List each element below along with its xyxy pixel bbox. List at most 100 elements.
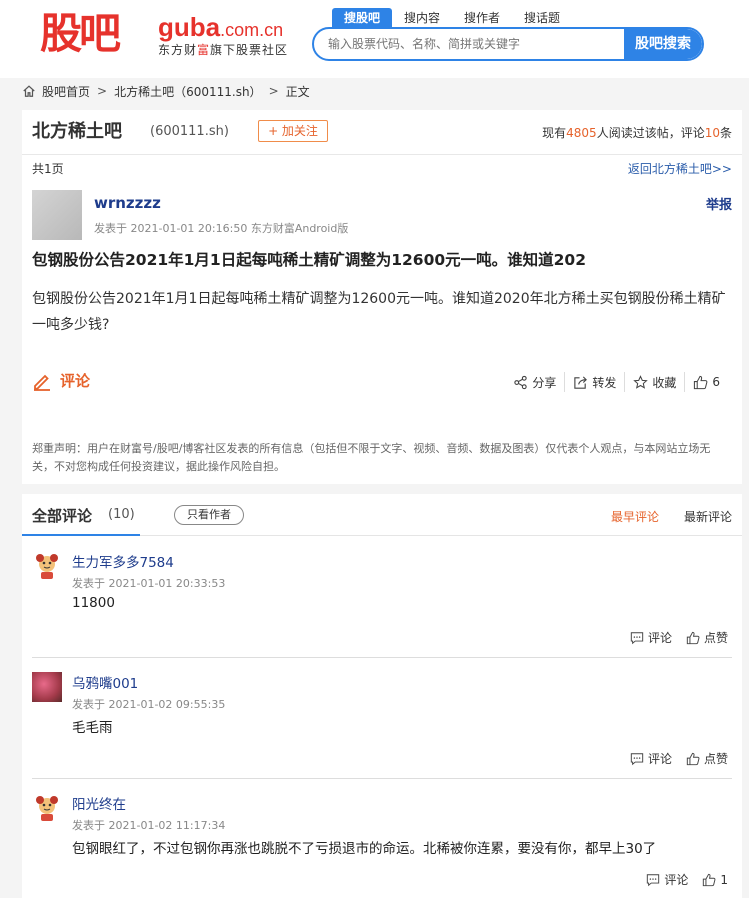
thumbs-up-icon	[694, 375, 708, 389]
comment-time: 发表于 2021-01-02 11:17:34	[72, 819, 226, 832]
thumbs-up-icon	[703, 873, 716, 886]
logo-subtitle: 东方财富旗下股票社区	[158, 42, 288, 58]
reply-label: 评论	[647, 631, 672, 645]
commenter-name[interactable]: 生力军多多7584	[72, 551, 174, 571]
search-tabs: 搜股吧 搜内容 搜作者 搜话题	[332, 8, 572, 28]
comment-text: 毛毛雨	[72, 720, 113, 736]
like-count: 6	[712, 375, 720, 389]
breadcrumb: 股吧首页 > 北方稀土吧（600111.sh） > 正文	[22, 82, 310, 100]
comment-time: 发表于 2021-01-01 20:33:53	[72, 577, 226, 590]
logo-en-domain: .com.cn	[220, 20, 284, 40]
tab-search-bar[interactable]: 搜股吧	[332, 8, 393, 28]
guba-logo[interactable]: 股吧 guba.com.cn 东方财富旗下股票社区	[40, 8, 300, 64]
tab-search-content[interactable]: 搜内容	[392, 8, 452, 28]
like-label: 点赞	[703, 752, 728, 766]
commenter-name[interactable]: 阳光终在	[72, 793, 126, 813]
logo-en-text: guba.com.cn	[158, 12, 283, 45]
like-button[interactable]: 6	[685, 372, 728, 392]
comment-item: 阳光终在 发表于 2021-01-02 11:17:34 包钢眼红了，不过包钢你…	[22, 779, 742, 898]
pencil-icon	[34, 374, 50, 391]
comment-item: 乌鸦嘴001 发表于 2021-01-02 09:55:35 毛毛雨 评论 点赞	[22, 658, 742, 779]
comment-button-label: 评论	[60, 372, 91, 390]
search-box: 股吧搜索	[312, 27, 704, 61]
comment-count: 10	[704, 126, 720, 140]
comment-actions: 评论 点赞	[616, 750, 728, 767]
follow-button[interactable]: + 加关注	[258, 120, 328, 142]
tab-search-author[interactable]: 搜作者	[452, 8, 512, 28]
crumb-current: 正文	[285, 84, 310, 99]
sort-earliest[interactable]: 最早评论	[611, 508, 659, 525]
logo-sub-pre: 东方财	[158, 43, 198, 57]
divider	[22, 154, 742, 155]
logo-en-main: guba	[158, 12, 221, 42]
read-pre: 现有	[542, 126, 567, 140]
read-post: 条	[719, 126, 732, 140]
forward-button[interactable]: 转发	[565, 372, 624, 392]
commenter-name[interactable]: 乌鸦嘴001	[72, 672, 138, 692]
post-meta: 发表于 2021-01-01 20:16:50 东方财富Android版	[94, 222, 349, 235]
post-title: 包钢股份公告2021年1月1日起每吨稀土精矿调整为12600元一吨。谁知道202	[32, 251, 586, 269]
comment-icon	[647, 873, 660, 886]
crumb-separator: >	[97, 84, 108, 98]
cartoon-avatar[interactable]	[32, 551, 62, 581]
crumb-bar[interactable]: 北方稀土吧（600111.sh）	[114, 83, 261, 100]
star-icon	[633, 374, 649, 389]
share-button[interactable]: 分享	[505, 372, 564, 392]
read-stat: 现有4805人阅读过该帖，评论10条	[542, 124, 732, 141]
comments-card: 全部评论 (10) 只看作者 最早评论 最新评论 生力军多多7584 发表于 2…	[22, 494, 742, 898]
comment-button[interactable]: 评论	[32, 370, 90, 391]
reply-label: 评论	[647, 752, 672, 766]
like-comment-button[interactable]: 点赞	[686, 750, 728, 767]
reply-button[interactable]: 评论	[630, 750, 672, 767]
reply-label: 评论	[664, 873, 689, 887]
search-input[interactable]	[328, 29, 618, 59]
comment-item: 生力军多多7584 发表于 2021-01-01 20:33:53 11800 …	[22, 537, 742, 658]
comment-text: 包钢眼红了，不过包钢你再涨也跳脱不了亏损退市的命运。北稀被你连累，要没有你，都早…	[72, 841, 657, 857]
forward-icon	[574, 375, 588, 389]
bar-code: (600111.sh)	[150, 124, 229, 139]
back-to-bar-link[interactable]: 返回北方稀土吧>>	[628, 160, 732, 177]
comment-icon	[630, 631, 644, 644]
reply-button[interactable]: 评论	[630, 629, 672, 646]
comment-tabs: 全部评论 (10) 只看作者 最早评论 最新评论	[22, 494, 742, 536]
author-name[interactable]: wrnzzzz	[94, 194, 161, 212]
post-card: 北方稀土吧 (600111.sh) + 加关注 现有4805人阅读过该帖，评论1…	[22, 110, 742, 484]
like-count: 1	[720, 872, 728, 887]
comment-actions: 评论 点赞	[616, 629, 728, 646]
logo-cn-text: 股吧	[40, 9, 121, 58]
share-label: 分享	[532, 375, 557, 390]
forward-label: 转发	[592, 375, 617, 390]
home-icon	[23, 85, 35, 97]
comment-total: (10)	[108, 507, 135, 522]
like-comment-button[interactable]: 1	[702, 873, 728, 887]
thumbs-up-icon	[686, 631, 700, 644]
author-avatar[interactable]	[32, 190, 82, 240]
share-icon	[514, 375, 527, 389]
like-label: 点赞	[703, 631, 728, 645]
bar-title[interactable]: 北方稀土吧	[32, 120, 122, 144]
page-count: 共1页	[32, 162, 64, 176]
thumbs-up-icon	[686, 752, 700, 765]
crumb-home[interactable]: 股吧首页	[42, 83, 90, 100]
comment-text: 11800	[72, 595, 115, 611]
post-actions: 分享 转发 收藏 6	[505, 372, 728, 392]
sort-newest[interactable]: 最新评论	[684, 508, 732, 525]
post-body: 包钢股份公告2021年1月1日起每吨稀土精矿调整为12600元一吨。谁知道202…	[32, 291, 726, 333]
top-header: 股吧 guba.com.cn 东方财富旗下股票社区 搜股吧 搜内容 搜作者 搜话…	[0, 0, 749, 78]
reply-button[interactable]: 评论	[646, 871, 688, 888]
logo-sub-post: 旗下股票社区	[210, 43, 289, 57]
tab-all-comments[interactable]: 全部评论	[32, 505, 92, 526]
cartoon-avatar[interactable]	[32, 793, 62, 823]
like-comment-button[interactable]: 点赞	[686, 629, 728, 646]
report-link[interactable]: 举报	[706, 194, 732, 213]
photo-avatar[interactable]	[32, 672, 62, 702]
only-author-button[interactable]: 只看作者	[174, 505, 244, 525]
read-count: 4805	[566, 126, 597, 140]
active-tab-underline	[22, 534, 140, 536]
collect-label: 收藏	[652, 375, 677, 390]
collect-button[interactable]: 收藏	[625, 372, 684, 392]
tab-search-topic[interactable]: 搜话题	[512, 8, 572, 28]
crumb-separator: >	[268, 84, 279, 98]
search-button[interactable]: 股吧搜索	[624, 29, 702, 59]
comment-actions: 评论 1	[632, 871, 728, 888]
